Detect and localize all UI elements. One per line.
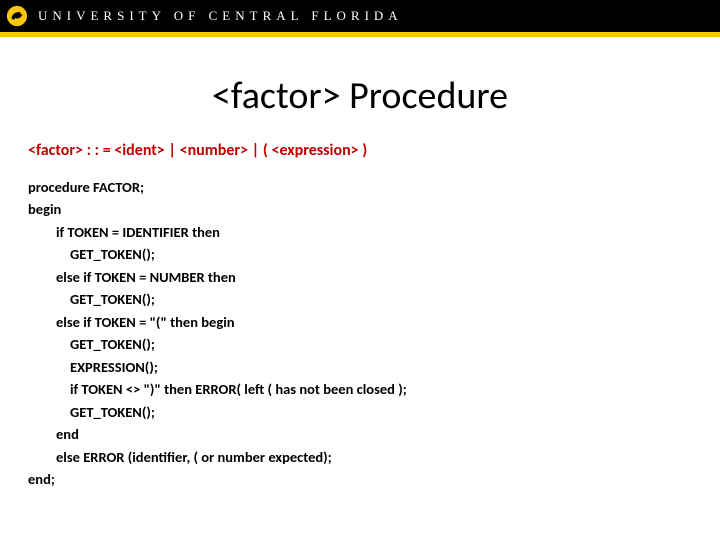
code-line: EXPRESSION(); [28,356,692,378]
pseudocode-block: procedure FACTOR; begin if TOKEN = IDENT… [28,176,692,491]
code-line: GET_TOKEN(); [28,288,692,310]
pegasus-logo-icon [6,5,28,27]
code-line: end [28,423,692,445]
code-line: GET_TOKEN(); [28,401,692,423]
slide-title: <factor> Procedure [28,73,692,119]
header-bar: UNIVERSITY OF CENTRAL FLORIDA [0,0,720,32]
code-line: else if TOKEN = NUMBER then [28,266,692,288]
code-line: if TOKEN <> ")" then ERROR( left ( has n… [28,378,692,400]
code-line: GET_TOKEN(); [28,333,692,355]
code-line: begin [28,198,692,220]
code-line: GET_TOKEN(); [28,243,692,265]
code-line: end; [28,468,692,490]
gold-divider [0,32,720,37]
code-line: else ERROR (identifier, ( or number expe… [28,446,692,468]
grammar-rule: <factor> : : = <ident> | <number> | ( <e… [28,141,692,160]
code-line: procedure FACTOR; [28,176,692,198]
code-line: if TOKEN = IDENTIFIER then [28,221,692,243]
slide-content: <factor> Procedure <factor> : : = <ident… [0,73,720,491]
university-name: UNIVERSITY OF CENTRAL FLORIDA [38,8,403,24]
code-line: else if TOKEN = "(" then begin [28,311,692,333]
